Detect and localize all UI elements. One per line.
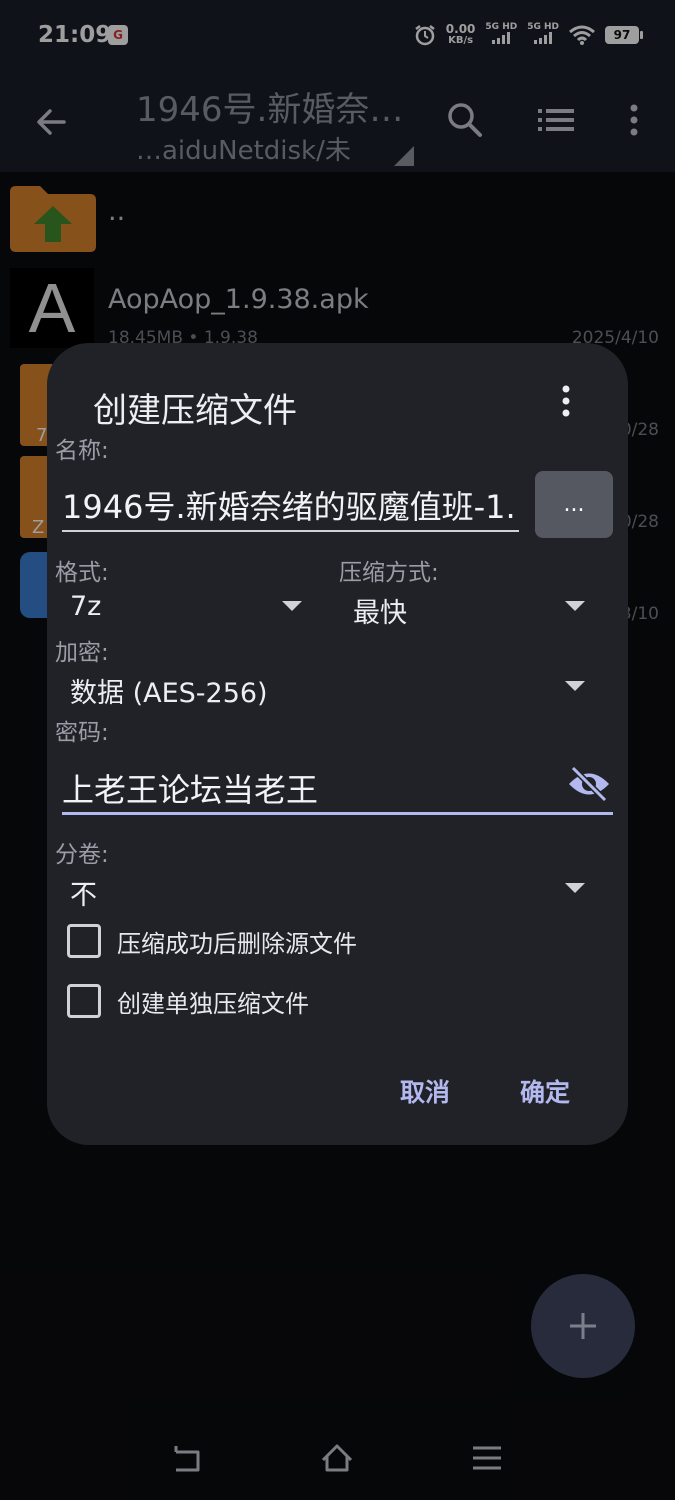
password-input[interactable]: 上老王论坛当老王 <box>62 755 613 815</box>
method-dropdown-icon[interactable] <box>565 601 585 611</box>
encryption-select[interactable]: 数据 (AES-256) <box>70 671 268 710</box>
visibility-off-icon[interactable] <box>567 765 611 803</box>
dialog-more-icon[interactable] <box>558 385 574 417</box>
method-label: 压缩方式: <box>339 560 439 586</box>
split-label: 分卷: <box>55 842 109 868</box>
encryption-dropdown-icon[interactable] <box>565 681 585 691</box>
ok-button[interactable]: 确定 <box>520 1073 570 1109</box>
archive-name-input[interactable]: 1946号.新婚奈绪的驱魔值班-1. <box>62 480 519 532</box>
encryption-label: 加密: <box>55 640 109 666</box>
browse-button[interactable]: ... <box>535 471 613 538</box>
name-label: 名称: <box>55 438 109 464</box>
delete-source-checkbox[interactable] <box>67 924 101 958</box>
split-dropdown-icon[interactable] <box>565 883 585 893</box>
separate-archive-checkbox[interactable] <box>67 984 101 1018</box>
method-select[interactable]: 最快 <box>353 591 407 630</box>
delete-source-option[interactable]: 压缩成功后删除源文件 <box>67 923 357 959</box>
create-archive-dialog: 创建压缩文件 名称: 1946号.新婚奈绪的驱魔值班-1. ... 格式: 7z… <box>47 343 628 1145</box>
format-dropdown-icon[interactable] <box>282 601 302 611</box>
format-label: 格式: <box>55 560 109 586</box>
password-label: 密码: <box>55 720 109 746</box>
format-select[interactable]: 7z <box>70 591 101 622</box>
split-select[interactable]: 不 <box>70 873 97 912</box>
separate-archive-option[interactable]: 创建单独压缩文件 <box>67 983 309 1019</box>
dialog-title: 创建压缩文件 <box>93 391 297 431</box>
cancel-button[interactable]: 取消 <box>400 1073 450 1109</box>
